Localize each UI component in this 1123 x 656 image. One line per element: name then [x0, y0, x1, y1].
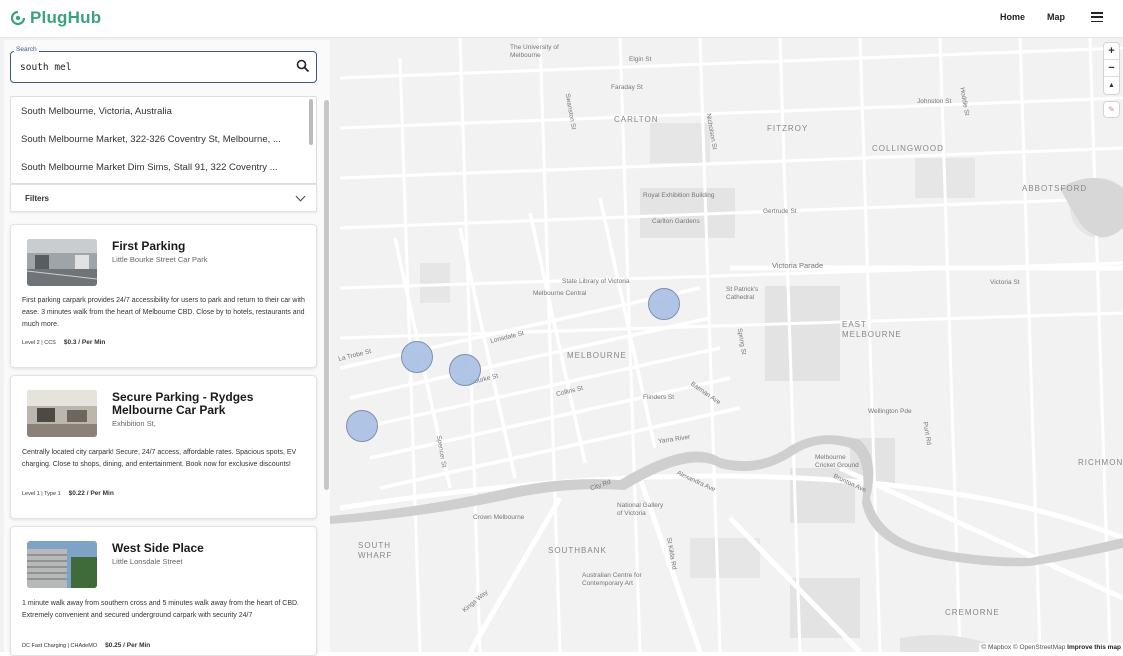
listing-description: Centrally located city carpark! Secure, …	[22, 449, 297, 468]
map-label-victoria-parade: Victoria Parade	[772, 261, 824, 270]
suggestion-item[interactable]: South Melbourne Market Dim Sims, Stall 9…	[11, 153, 316, 181]
map-label-cricket-ground: Melbourne Cricket Ground	[815, 454, 859, 469]
nav-map-link[interactable]: Map	[1047, 12, 1065, 22]
map-label-ngv: National Gallery of Victoria	[617, 502, 664, 517]
map-label-acca: Australian Centre for Contemporary Art	[582, 572, 642, 587]
map-label-melbourne: MELBOURNE	[567, 351, 627, 360]
map-label-fitzroy: FITZROY	[767, 124, 809, 133]
search-input[interactable]: south mel	[10, 51, 317, 83]
main-nav: Home Map	[1000, 12, 1103, 22]
listing-subtitle: Little Bourke Street Car Park	[112, 255, 208, 264]
listing-card[interactable]: First Parking Little Bourke Street Car P…	[10, 224, 317, 368]
charger-marker[interactable]	[401, 341, 433, 373]
map-label-victoria-st: Victoria St	[990, 279, 1020, 286]
map-label-richmond: RICHMOND	[1078, 458, 1123, 467]
listing-description: First parking carpark provides 24/7 acce…	[22, 297, 305, 328]
improve-map-link[interactable]: Improve this map	[1067, 644, 1121, 651]
search-suggestions: South Melbourne, Victoria, Australia Sou…	[10, 96, 317, 184]
nav-home-link[interactable]: Home	[1000, 12, 1025, 22]
map-label-crown: Crown Melbourne	[473, 514, 525, 521]
hamburger-menu-icon[interactable]	[1091, 12, 1103, 22]
zoom-out-button[interactable]: −	[1104, 60, 1119, 77]
listing-price: $0.25 / Per Min	[105, 642, 151, 649]
map-label-university: The University of Melbourne	[510, 44, 559, 59]
charger-marker[interactable]	[648, 288, 680, 320]
search-label: Search	[14, 46, 39, 53]
map-label-st-patricks: St Patrick's Cathedral	[726, 286, 759, 301]
listing-plug-type: Level 1 | Type 1	[22, 491, 61, 497]
filters-toggle[interactable]: Filters	[10, 184, 317, 212]
map-label-flinders-st: Flinders St	[643, 394, 675, 401]
suggestion-item[interactable]: South Melbourne Market, 322-326 Coventry…	[11, 125, 316, 153]
attribution-text[interactable]: © Mapbox © OpenStreetMap	[981, 644, 1065, 651]
draw-tool-icon[interactable]: ✎	[1104, 102, 1119, 117]
listing-title: Secure Parking - Rydges Melbourne Car Pa…	[112, 390, 254, 417]
map-label-johnston-st: Johnston St	[917, 98, 952, 105]
compass-button[interactable]: ▲	[1104, 77, 1119, 94]
map-label-carlton-gardens: Carlton Gardens	[652, 218, 700, 225]
map-label-south-wharf: SOUTH WHARF	[358, 541, 393, 560]
listing-photo	[27, 541, 97, 588]
map-label-cremorne: CREMORNE	[945, 608, 1000, 617]
listing-photo	[27, 239, 97, 286]
listing-subtitle: Exhibition St,	[112, 419, 156, 428]
app-header: PlugHub Home Map	[0, 0, 1123, 38]
listing-subtitle: Little Lonsdale Street	[112, 557, 183, 566]
listing-meta: DC Fast Charging | CHAdeMO $0.25 / Per M…	[22, 642, 150, 649]
logo[interactable]: PlugHub	[10, 8, 101, 28]
map-attribution: © Mapbox © OpenStreetMap Improve this ma…	[979, 643, 1123, 652]
map-label-carlton: CARLTON	[614, 115, 659, 124]
suggestion-item[interactable]: South Melbourne, Victoria, Australia	[11, 97, 316, 125]
charger-marker[interactable]	[346, 410, 378, 442]
map-zoom-controls: + − ▲	[1104, 43, 1119, 94]
search-icon[interactable]	[296, 59, 310, 73]
search-input-value[interactable]: south mel	[20, 62, 71, 73]
filters-label: Filters	[25, 193, 50, 203]
listing-photo	[27, 390, 97, 437]
listing-meta: Level 2 | CCS $0.3 / Per Min	[22, 339, 105, 346]
listing-price: $0.3 / Per Min	[63, 339, 106, 346]
suggestions-scrollbar[interactable]	[309, 99, 313, 145]
map-label-abbotsford: ABBOTSFORD	[1022, 184, 1088, 193]
listing-price: $0.22 / Per Min	[68, 490, 114, 497]
map-label-southbank: SOUTHBANK	[548, 546, 607, 555]
zoom-in-button[interactable]: +	[1104, 43, 1119, 60]
listing-plug-type: DC Fast Charging | CHAdeMO	[22, 643, 98, 649]
map-label-elgin-st: Elgin St	[629, 56, 652, 63]
chevron-down-icon	[295, 191, 306, 202]
listing-meta: Level 1 | Type 1 $0.22 / Per Min	[22, 490, 114, 497]
listing-title: First Parking	[112, 239, 186, 253]
logo-text: PlugHub	[30, 8, 102, 27]
map-label-collingwood: COLLINGWOOD	[872, 144, 944, 153]
map-label-exhibition-building: Royal Exhibition Building	[643, 192, 715, 199]
listing-title: West Side Place	[112, 541, 204, 555]
panel-scrollbar[interactable]	[324, 100, 329, 490]
map-label-state-library: State Library of Victoria	[562, 278, 630, 285]
search-panel: south mel Search South Melbourne, Victor…	[4, 40, 330, 656]
listing-card[interactable]: West Side Place Little Lonsdale Street 1…	[10, 526, 317, 656]
map-label-gertrude-st: Gertrude St	[763, 208, 797, 215]
listing-description: 1 minute walk away from southern cross a…	[22, 600, 300, 619]
listing-card[interactable]: Secure Parking - Rydges Melbourne Car Pa…	[10, 375, 317, 519]
map-label-east-melbourne: EAST MELBOURNE	[842, 320, 902, 339]
map-label-faraday-st: Faraday St	[611, 84, 643, 91]
plug-logo-icon	[10, 10, 26, 26]
map-label-melbourne-central: Melbourne Central	[533, 290, 587, 297]
map-label-wellington-pde: Wellington Pde	[868, 408, 912, 415]
listing-plug-type: Level 2 | CCS	[22, 340, 56, 346]
charger-marker[interactable]	[449, 354, 481, 386]
